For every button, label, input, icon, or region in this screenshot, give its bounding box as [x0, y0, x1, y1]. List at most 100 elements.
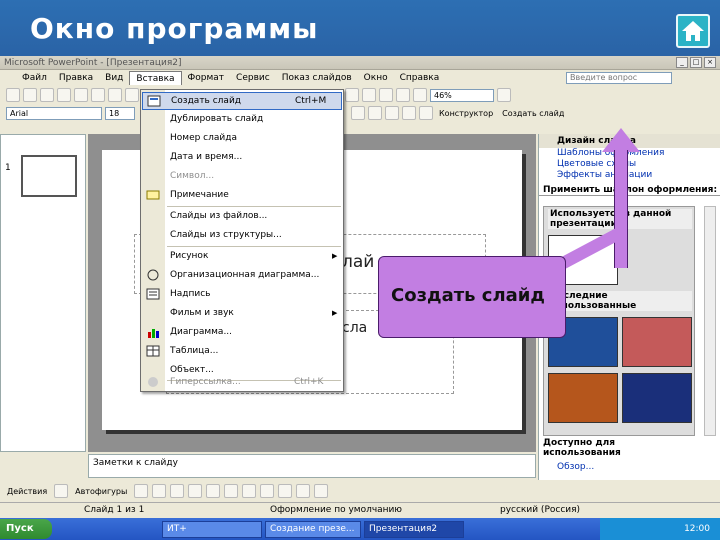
menu-item-comment[interactable]: Примечание [142, 187, 342, 205]
animation-effects-link[interactable]: Эффекты анимации [539, 170, 720, 181]
designer-button[interactable]: Конструктор [436, 109, 496, 118]
browse-link[interactable]: Обзор... [557, 462, 594, 472]
copy-icon[interactable] [125, 88, 139, 102]
menu-item-hyperlink[interactable]: Гиперссылка... Ctrl+K [142, 374, 342, 392]
menu-edit[interactable]: Правка [53, 71, 99, 85]
shrink-font-icon[interactable] [368, 106, 382, 120]
textbox-icon[interactable] [206, 484, 221, 498]
oval-icon[interactable] [188, 484, 203, 498]
font-size-select[interactable]: 18 [105, 106, 135, 120]
menu-item-slide-number[interactable]: Номер слайда [142, 130, 342, 148]
line-icon[interactable] [134, 484, 149, 498]
taskbar-item[interactable]: Создание презе... [265, 520, 361, 538]
recent-caption: Последние использованные [548, 291, 692, 311]
ask-question-input[interactable]: Введите вопрос [566, 72, 672, 84]
menu-help[interactable]: Справка [394, 71, 446, 85]
menu-window[interactable]: Окно [358, 71, 394, 85]
line-color-icon[interactable] [260, 484, 275, 498]
menu-item-picture[interactable]: Рисунок ▶ [142, 248, 342, 266]
status-slide: Слайд 1 из 1 [84, 504, 145, 515]
menu-item-new-slide[interactable]: Создать слайд Ctrl+M [142, 92, 342, 110]
menu-view[interactable]: Вид [99, 71, 129, 85]
template-thumb[interactable] [622, 373, 692, 423]
menu-item-org-chart[interactable]: Организационная диаграмма... [142, 267, 342, 285]
callout-box: Создать слайд [378, 256, 566, 338]
open-icon[interactable] [23, 88, 37, 102]
template-thumb[interactable] [548, 373, 618, 423]
chart-icon [146, 326, 160, 339]
window-titlebar: Microsoft PowerPoint - [Презентация2] _ … [0, 56, 720, 70]
menu-item-symbol[interactable]: Символ... [142, 168, 342, 186]
taskbar-item-active[interactable]: Презентация2 [364, 520, 464, 538]
menu-tools[interactable]: Сервис [230, 71, 276, 85]
menu-slideshow[interactable]: Показ слайдов [276, 71, 358, 85]
autoshapes-menu[interactable]: Автофигуры [72, 487, 130, 496]
org-chart-icon [146, 269, 160, 282]
line-style-icon[interactable] [296, 484, 311, 498]
new-slide-button[interactable]: Создать слайд [499, 109, 567, 118]
outdent-icon[interactable] [402, 106, 416, 120]
minimize-icon[interactable]: _ [676, 57, 688, 68]
home-icon[interactable] [676, 14, 710, 48]
grid-icon[interactable] [362, 88, 376, 102]
apply-template-label: Применить шаблон оформления: [539, 185, 720, 196]
table-icon [146, 345, 160, 358]
menu-item-date-time[interactable]: Дата и время... [142, 149, 342, 167]
menu-item-textbox[interactable]: Надпись [142, 286, 342, 304]
close-icon[interactable]: × [704, 57, 716, 68]
font-name-select[interactable]: Arial [6, 106, 102, 120]
notes-area[interactable]: Заметки к слайду [88, 454, 536, 478]
formatting-toolbar: Arial 18 Конструктор Создать слайд [0, 104, 720, 122]
available-caption: Доступно для использования [543, 438, 621, 458]
menu-item-chart[interactable]: Диаграмма... [142, 324, 342, 342]
title-placeholder-text: лай [342, 252, 375, 272]
textbox-icon [146, 288, 160, 301]
select-icon[interactable] [54, 484, 69, 498]
indent-icon[interactable] [385, 106, 399, 120]
callout-text: Создать слайд [391, 285, 545, 306]
preview-icon[interactable] [74, 88, 88, 102]
taskbar-item[interactable]: ИТ+ [162, 520, 262, 538]
font-color-icon[interactable] [419, 106, 433, 120]
save-icon[interactable] [40, 88, 54, 102]
start-button[interactable]: Пуск [0, 519, 52, 539]
menu-item-duplicate-slide[interactable]: Дублировать слайд [142, 111, 342, 129]
menu-item-slides-from-outline[interactable]: Слайды из структуры... [142, 227, 342, 245]
font-color-icon[interactable] [278, 484, 293, 498]
help-icon[interactable] [497, 88, 511, 102]
new-icon[interactable] [6, 88, 20, 102]
menu-item-movie-sound[interactable]: Фильм и звук ▶ [142, 305, 342, 323]
template-thumb[interactable] [622, 317, 692, 367]
slide-thumbnail[interactable] [21, 155, 77, 197]
menu-insert[interactable]: Вставка [129, 71, 182, 85]
drawing-toolbar: Действия Автофигуры [0, 482, 720, 500]
actions-menu[interactable]: Действия [4, 487, 50, 496]
wordart-icon[interactable] [224, 484, 239, 498]
format-icon[interactable] [396, 88, 410, 102]
spelling-icon[interactable] [91, 88, 105, 102]
comment-icon [146, 189, 160, 202]
status-design: Оформление по умолчанию [270, 504, 402, 515]
task-pane-scrollbar[interactable] [704, 206, 716, 436]
clock: 12:00 [600, 518, 720, 540]
fill-color-icon[interactable] [242, 484, 257, 498]
slides-pane: 1 [0, 134, 86, 452]
arrow-icon[interactable] [152, 484, 167, 498]
submenu-arrow-icon: ▶ [332, 309, 338, 317]
maximize-icon[interactable]: □ [690, 57, 702, 68]
menu-format[interactable]: Формат [182, 71, 231, 85]
menu-item-table[interactable]: Таблица... [142, 343, 342, 361]
color-icon[interactable] [413, 88, 427, 102]
expand-icon[interactable] [379, 88, 393, 102]
subtitle-placeholder-text: сла [342, 320, 368, 336]
zoom-select[interactable]: 46% [430, 88, 494, 102]
shadow-icon[interactable] [314, 484, 329, 498]
color-schemes-link[interactable]: Цветовые схемы [539, 159, 720, 170]
menu-file[interactable]: Файл [16, 71, 53, 85]
cut-icon[interactable] [108, 88, 122, 102]
print-icon[interactable] [57, 88, 71, 102]
grow-font-icon[interactable] [351, 106, 365, 120]
rectangle-icon[interactable] [170, 484, 185, 498]
menu-item-slides-from-files[interactable]: Слайды из файлов... [142, 208, 342, 226]
table-icon[interactable] [345, 88, 359, 102]
